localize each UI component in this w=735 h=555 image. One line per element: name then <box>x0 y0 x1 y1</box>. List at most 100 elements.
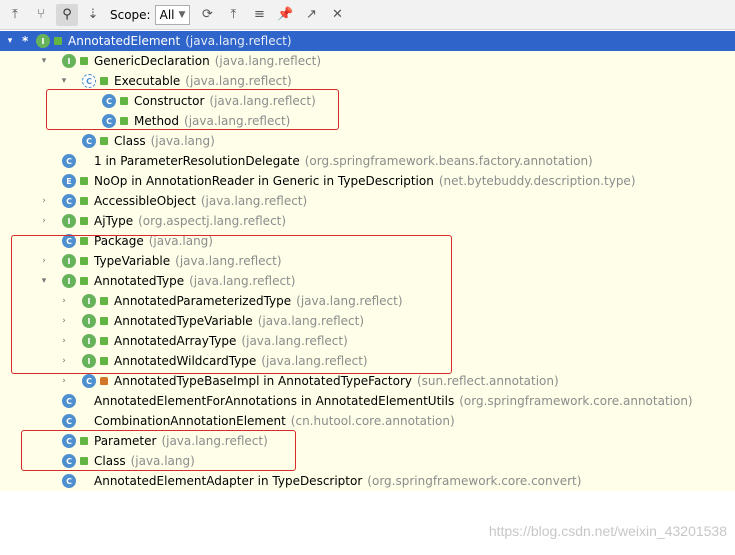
package-name: (java.lang.reflect) <box>209 94 316 108</box>
package-name: (java.lang.reflect) <box>161 434 268 448</box>
tree-row[interactable]: ▾ I AnnotatedType (java.lang.reflect) <box>0 271 735 291</box>
subtypes-hierarchy-icon[interactable]: ⑂ <box>30 4 52 26</box>
expand-arrow-icon[interactable]: ▾ <box>58 76 70 86</box>
package-name: (java.lang.reflect) <box>214 54 322 68</box>
interface-icon: I <box>62 274 76 288</box>
tree-row[interactable]: C 1 in ParameterResolutionDelegate (org.sp… <box>0 151 735 171</box>
type-name: AnnotatedElementForAnnotations in Annota… <box>94 394 455 408</box>
tree-row[interactable]: › I TypeVariable (java.lang.reflect) <box>0 251 735 271</box>
type-name: AccessibleObject <box>94 194 196 208</box>
scope-dropdown[interactable]: All ▼ <box>154 4 191 25</box>
tree-row[interactable]: C Method (java.lang.reflect) <box>0 111 735 131</box>
collapse-arrow-icon[interactable]: › <box>38 216 50 226</box>
collapse-arrow-icon[interactable]: › <box>38 256 50 266</box>
type-name: 1 in ParameterResolutionDelegate <box>94 154 300 168</box>
tree-row[interactable]: C Class (java.lang) <box>0 451 735 471</box>
chevron-down-icon: ▼ <box>178 9 186 20</box>
visibility-icon <box>80 477 88 485</box>
tree-row[interactable]: › I AnnotatedTypeVariable (java.lang.reflec… <box>0 311 735 331</box>
hierarchy-toolbar: ⤒ ⑂ ⚲ ⇣ Scope: All ▼ ⟳ ⤒ ≡ 📌 ↗ ✕ <box>0 0 735 30</box>
tree-row[interactable]: › I AnnotatedWildcardType (java.lang.reflec… <box>0 351 735 371</box>
tree-row[interactable]: › C AccessibleObject (java.lang.reflect) <box>0 191 735 211</box>
visibility-icon <box>100 357 108 365</box>
visibility-icon <box>80 237 88 245</box>
tree-row[interactable]: ▾ C Executable (java.lang.reflect) <box>0 71 735 91</box>
type-name: Parameter <box>94 434 157 448</box>
type-name: NoOp in AnnotationReader in Generic in T… <box>94 174 434 188</box>
tree-row[interactable]: ▾ I GenericDeclaration (java.lang.reflect) <box>0 51 735 71</box>
interface-icon: I <box>62 214 76 228</box>
collapse-arrow-icon[interactable]: › <box>58 296 70 306</box>
visibility-icon <box>80 57 88 65</box>
visibility-icon <box>100 317 108 325</box>
type-name: GenericDeclaration <box>94 54 210 68</box>
expand-arrow-icon[interactable]: ▾ <box>38 276 50 286</box>
collapse-arrow-icon[interactable]: › <box>38 196 50 206</box>
tree-row[interactable]: C Package (java.lang) <box>0 231 735 251</box>
collapse-arrow-icon[interactable]: › <box>58 376 70 386</box>
tree-row[interactable]: C CombinationAnnotationElement (cn.hutool.… <box>0 411 735 431</box>
class-icon: C <box>62 414 76 428</box>
expand-arrow-icon[interactable]: ▾ <box>38 56 50 66</box>
visibility-icon <box>100 137 108 145</box>
tree-row[interactable]: C Parameter (java.lang.reflect) <box>0 431 735 451</box>
tree-row[interactable]: * ▾ I AnnotatedElement (java.lang.reflect) <box>0 31 735 51</box>
type-name: TypeVariable <box>94 254 171 268</box>
pin-icon[interactable]: 📌 <box>274 4 296 26</box>
supertypes-hierarchy-icon[interactable]: ⤒ <box>4 4 26 26</box>
interface-icon: I <box>62 54 76 68</box>
class-icon: C <box>82 134 96 148</box>
tree-row[interactable]: C AnnotatedElementAdapter in TypeDescript… <box>0 471 735 491</box>
interface-icon: I <box>62 254 76 268</box>
package-name: (java.lang) <box>130 454 195 468</box>
visibility-icon <box>100 77 108 85</box>
tree-row[interactable]: › I AnnotatedArrayType (java.lang.reflect) <box>0 331 735 351</box>
export-icon[interactable]: ↗ <box>300 4 322 26</box>
class-icon: C <box>102 94 116 108</box>
package-name: (org.springframework.beans.factory.annot… <box>304 154 593 168</box>
type-name: Executable <box>114 74 181 88</box>
scope-value: All <box>159 7 175 22</box>
expand-arrow-icon[interactable]: ▾ <box>4 36 16 46</box>
package-name: (java.lang) <box>150 134 215 148</box>
type-name: Package <box>94 234 144 248</box>
collapse-arrow-icon[interactable]: › <box>58 336 70 346</box>
type-name: AnnotatedParameterizedType <box>114 294 292 308</box>
lock-icon <box>100 377 108 385</box>
sort-alphabetically-icon[interactable]: ⇣ <box>82 4 104 26</box>
visibility-icon <box>80 177 88 185</box>
visibility-icon <box>80 217 88 225</box>
type-hierarchy-icon[interactable]: ⚲ <box>56 3 78 26</box>
class-icon: C <box>102 114 116 128</box>
package-name: (java.lang.reflect) <box>200 194 308 208</box>
class-icon: C <box>62 394 76 408</box>
tree-row[interactable]: › I AjType (org.aspectj.lang.reflect) <box>0 211 735 231</box>
collapse-all-icon[interactable]: ≡ <box>248 4 270 26</box>
type-name: CombinationAnnotationElement <box>94 414 286 428</box>
collapse-arrow-icon[interactable]: › <box>58 356 70 366</box>
interface-icon: I <box>82 354 96 368</box>
class-icon: C <box>62 474 76 488</box>
package-name: (org.springframework.core.annotation) <box>459 394 693 408</box>
tree-row[interactable]: › C AnnotatedTypeBaseImpl in AnnotatedType… <box>0 371 735 391</box>
expand-all-icon[interactable]: ⤒ <box>222 4 244 26</box>
type-name: AnnotatedElement <box>68 34 181 48</box>
type-name: AnnotatedTypeVariable <box>114 314 253 328</box>
close-icon[interactable]: ✕ <box>326 4 348 26</box>
package-name: (cn.hutool.core.annotation) <box>290 414 455 428</box>
type-name: AnnotatedType <box>94 274 185 288</box>
type-name: Constructor <box>134 94 205 108</box>
type-name: AjType <box>94 214 134 228</box>
tree-row[interactable]: C AnnotatedElementForAnnotations in Annot… <box>0 391 735 411</box>
tree-row[interactable]: C Constructor (java.lang.reflect) <box>0 91 735 111</box>
package-name: (java.lang.reflect) <box>261 354 368 368</box>
tree-row[interactable]: › I AnnotatedParameterizedType (java.lang.r… <box>0 291 735 311</box>
visibility-icon <box>80 457 88 465</box>
type-name: AnnotatedElementAdapter in TypeDescripto… <box>94 474 363 488</box>
tree-row[interactable]: E NoOp in AnnotationReader in Generic in … <box>0 171 735 191</box>
tree-row[interactable]: C Class (java.lang) <box>0 131 735 151</box>
enum-icon: E <box>62 174 76 188</box>
type-name: AnnotatedWildcardType <box>114 354 257 368</box>
refresh-icon[interactable]: ⟳ <box>196 4 218 26</box>
collapse-arrow-icon[interactable]: › <box>58 316 70 326</box>
